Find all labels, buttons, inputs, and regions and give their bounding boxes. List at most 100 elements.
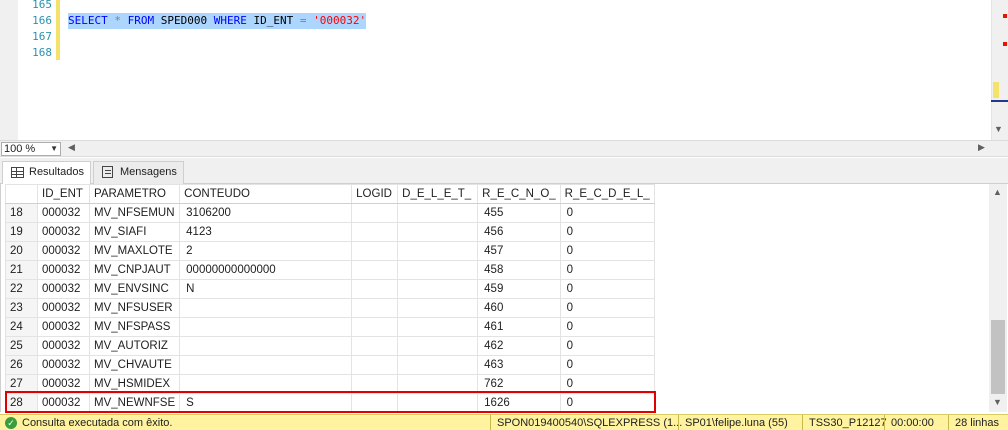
table-row[interactable]: 23 000032 MV_NFSUSER 460 0 [5, 298, 655, 318]
table-cell[interactable]: MV_ENVSINC [88, 279, 181, 299]
table-cell[interactable]: 456 [477, 222, 561, 242]
scroll-up-icon[interactable]: ▲ [993, 187, 1002, 197]
table-cell[interactable]: MV_AUTORIZ [88, 336, 181, 356]
chevron-down-icon[interactable]: ▼ [50, 143, 58, 155]
tab-messages[interactable]: Mensagens [93, 161, 184, 184]
table-row[interactable]: 21 000032 MV_CNPJAUT 00000000000000 458 0 [5, 260, 655, 280]
table-cell[interactable]: MV_CHVAUTE [88, 355, 181, 375]
table-cell[interactable] [397, 260, 479, 280]
table-cell[interactable] [397, 222, 479, 242]
row-number[interactable]: 26 [5, 355, 38, 375]
row-number[interactable]: 25 [5, 336, 38, 356]
table-cell[interactable]: 460 [477, 298, 561, 318]
table-cell[interactable] [351, 298, 399, 318]
row-number[interactable]: 24 [5, 317, 38, 337]
table-cell[interactable]: MV_SIAFI [88, 222, 181, 242]
row-header-corner[interactable] [5, 184, 38, 204]
table-cell[interactable]: 0 [559, 260, 655, 280]
table-cell[interactable]: 0 [559, 241, 655, 261]
table-cell[interactable]: 0 [559, 317, 655, 337]
table-cell[interactable]: N [179, 279, 353, 299]
table-cell[interactable] [397, 317, 479, 337]
column-header[interactable]: R_E_C_N_O_ [477, 184, 561, 204]
column-header[interactable]: ID_ENT [37, 184, 90, 204]
table-cell[interactable] [397, 203, 479, 223]
table-cell[interactable]: 0 [559, 355, 655, 375]
table-cell[interactable]: 000032 [37, 241, 90, 261]
table-cell[interactable] [397, 279, 479, 299]
scroll-left-icon[interactable]: ◀ [68, 142, 75, 153]
table-cell[interactable]: 3106200 [179, 203, 353, 223]
row-number[interactable]: 20 [5, 241, 38, 261]
table-cell[interactable]: MV_NFSUSER [88, 298, 181, 318]
table-cell[interactable] [351, 241, 399, 261]
row-number[interactable]: 18 [5, 203, 38, 223]
table-cell[interactable]: 00000000000000 [179, 260, 353, 280]
table-cell[interactable]: 000032 [37, 317, 90, 337]
column-header[interactable]: LOGID [351, 184, 399, 204]
tab-results[interactable]: Resultados [2, 161, 92, 185]
table-cell[interactable]: 0 [559, 222, 655, 242]
table-cell[interactable]: 455 [477, 203, 561, 223]
table-row[interactable]: 24 000032 MV_NFSPASS 461 0 [5, 317, 655, 337]
table-cell[interactable]: 000032 [37, 260, 90, 280]
table-cell[interactable]: 459 [477, 279, 561, 299]
table-cell[interactable]: 000032 [37, 355, 90, 375]
table-cell[interactable]: 0 [559, 336, 655, 356]
table-cell[interactable]: 463 [477, 355, 561, 375]
grid-vertical-scrollbar[interactable]: ▲ ▼ [989, 184, 1007, 412]
table-row[interactable]: 19 000032 MV_SIAFI 4123 456 0 [5, 222, 655, 242]
table-cell[interactable] [351, 355, 399, 375]
table-cell[interactable]: 000032 [37, 298, 90, 318]
table-cell[interactable]: 000032 [37, 336, 90, 356]
table-cell[interactable]: 2 [179, 241, 353, 261]
table-cell[interactable]: MV_NFSPASS [88, 317, 181, 337]
column-header[interactable]: PARAMETRO [88, 184, 181, 204]
editor-vertical-scrollbar[interactable] [991, 0, 1008, 140]
scrollbar-thumb[interactable] [991, 320, 1005, 394]
scroll-down-icon[interactable]: ▼ [993, 397, 1002, 407]
table-cell[interactable] [397, 241, 479, 261]
table-cell[interactable] [351, 317, 399, 337]
table-cell[interactable] [179, 298, 353, 318]
column-header[interactable]: CONTEUDO [179, 184, 353, 204]
table-cell[interactable] [397, 355, 479, 375]
column-header[interactable]: R_E_C_D_E_L_ [559, 184, 655, 204]
table-cell[interactable]: 000032 [37, 203, 90, 223]
table-cell[interactable]: 000032 [37, 279, 90, 299]
table-cell[interactable]: 0 [559, 298, 655, 318]
table-cell[interactable] [351, 336, 399, 356]
table-cell[interactable]: 461 [477, 317, 561, 337]
query-editor[interactable]: 165 166 167 168 SELECT * FROM SPED000 WH… [0, 0, 1008, 140]
results-grid[interactable]: ID_ENT PARAMETRO CONTEUDO LOGID D_E_L_E_… [0, 184, 1008, 413]
table-row[interactable]: 18 000032 MV_NFSEMUN 3106200 455 0 [5, 203, 655, 223]
table-cell[interactable] [179, 355, 353, 375]
table-cell[interactable]: MV_CNPJAUT [88, 260, 181, 280]
table-cell[interactable]: 458 [477, 260, 561, 280]
row-number[interactable]: 23 [5, 298, 38, 318]
table-cell[interactable] [397, 336, 479, 356]
table-cell[interactable] [179, 317, 353, 337]
table-cell[interactable] [397, 298, 479, 318]
table-row[interactable]: 25 000032 MV_AUTORIZ 462 0 [5, 336, 655, 356]
table-cell[interactable]: MV_MAXLOTE [88, 241, 181, 261]
table-cell[interactable]: MV_NFSEMUN [88, 203, 181, 223]
column-header[interactable]: D_E_L_E_T_ [397, 184, 479, 204]
table-cell[interactable] [351, 222, 399, 242]
table-cell[interactable]: 0 [559, 203, 655, 223]
scroll-down-icon[interactable]: ▼ [994, 124, 1003, 134]
table-cell[interactable]: 0 [559, 279, 655, 299]
table-cell[interactable]: 462 [477, 336, 561, 356]
sql-query-line[interactable]: SELECT * FROM SPED000 WHERE ID_ENT = '00… [68, 13, 367, 29]
table-cell[interactable]: 000032 [37, 222, 90, 242]
row-number[interactable]: 22 [5, 279, 38, 299]
table-cell[interactable] [351, 260, 399, 280]
table-row[interactable]: 22 000032 MV_ENVSINC N 459 0 [5, 279, 655, 299]
row-number[interactable]: 21 [5, 260, 38, 280]
table-cell[interactable] [351, 279, 399, 299]
zoom-select[interactable]: 100 % ▼ [1, 142, 61, 156]
table-row[interactable]: 20 000032 MV_MAXLOTE 2 457 0 [5, 241, 655, 261]
table-cell[interactable]: 4123 [179, 222, 353, 242]
row-number[interactable]: 19 [5, 222, 38, 242]
scroll-right-icon[interactable]: ▶ [978, 142, 985, 153]
